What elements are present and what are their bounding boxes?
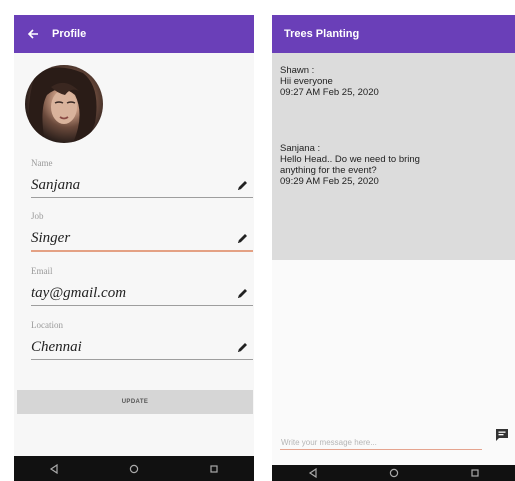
email-label: Email [31, 266, 53, 276]
pencil-icon[interactable] [236, 286, 250, 300]
back-triangle-icon[interactable] [47, 462, 61, 476]
message-time: 09:27 AM Feb 25, 2020 [280, 87, 379, 98]
pencil-icon[interactable] [236, 231, 250, 245]
update-button[interactable]: UPDATE [17, 390, 253, 414]
messages-panel: Shawn : Hii everyone 09:27 AM Feb 25, 20… [272, 53, 515, 260]
pencil-icon[interactable] [236, 340, 250, 354]
pencil-icon[interactable] [236, 178, 250, 192]
chat-screen: Trees Planting Shawn : Hii everyone 09:2… [272, 15, 515, 481]
location-label: Location [31, 320, 63, 330]
system-nav-bar [272, 465, 515, 481]
email-value[interactable]: tay@gmail.com [31, 285, 126, 302]
email-field[interactable]: Email tay@gmail.com [31, 266, 253, 306]
message-input[interactable] [280, 436, 482, 450]
chat-app-bar: Trees Planting [272, 15, 515, 53]
message-text-line: anything for the event? [280, 165, 377, 176]
profile-screen: Profile Name Sanjana Job Singer Email ta… [14, 15, 254, 481]
job-field[interactable]: Job Singer [31, 211, 253, 252]
back-triangle-icon[interactable] [306, 466, 320, 480]
back-arrow-icon[interactable] [24, 25, 42, 43]
job-value[interactable]: Singer [31, 230, 70, 247]
page-title: Profile [52, 28, 87, 40]
home-circle-icon[interactable] [387, 466, 401, 480]
chat-title: Trees Planting [284, 28, 360, 40]
message-sender: Shawn : [280, 65, 315, 76]
message-item: Shawn : Hii everyone 09:27 AM Feb 25, 20… [280, 65, 379, 98]
home-circle-icon[interactable] [127, 462, 141, 476]
profile-app-bar: Profile [14, 15, 254, 53]
location-field[interactable]: Location Chennai [31, 320, 253, 360]
message-text-line: Hello Head.. Do we need to bring [280, 154, 420, 165]
name-value[interactable]: Sanjana [31, 177, 80, 194]
name-field[interactable]: Name Sanjana [31, 158, 253, 198]
name-label: Name [31, 158, 53, 168]
message-text: Hii everyone [280, 76, 333, 87]
message-item: Sanjana : Hello Head.. Do we need to bri… [280, 143, 420, 187]
message-composer [280, 428, 485, 450]
avatar[interactable] [25, 65, 103, 143]
message-icon[interactable] [494, 427, 510, 443]
system-nav-bar [14, 456, 254, 481]
location-value[interactable]: Chennai [31, 339, 82, 356]
message-time: 09:29 AM Feb 25, 2020 [280, 176, 379, 187]
job-label: Job [31, 211, 44, 221]
recents-square-icon[interactable] [468, 466, 482, 480]
recents-square-icon[interactable] [207, 462, 221, 476]
message-sender: Sanjana : [280, 143, 321, 154]
